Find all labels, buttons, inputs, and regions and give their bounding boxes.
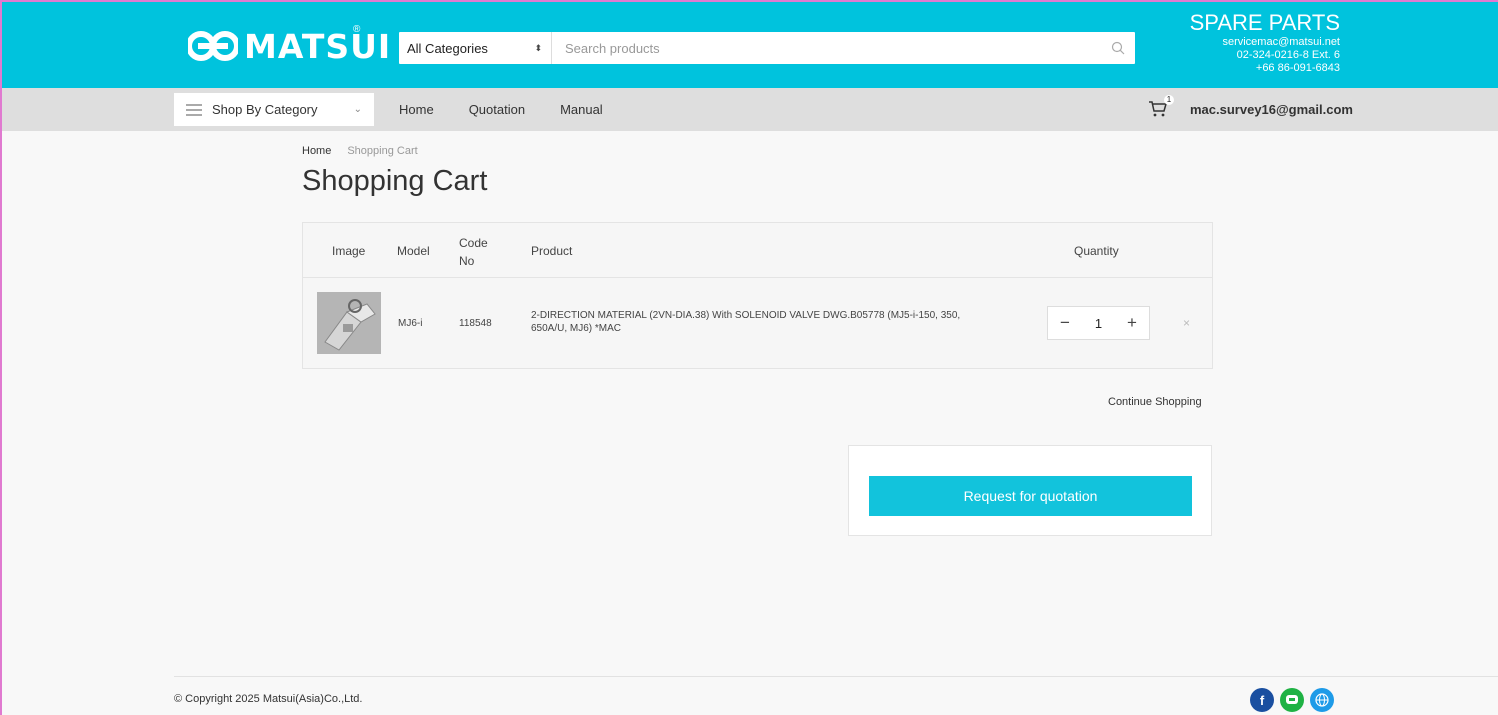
nav-bar: Shop By Category ⌄ Home Quotation Manual…	[2, 88, 1498, 131]
globe-icon[interactable]	[1310, 688, 1334, 712]
product-image[interactable]	[317, 292, 381, 354]
page-title: Shopping Cart	[302, 165, 488, 197]
item-code: 118548	[459, 318, 492, 329]
top-header: MATSUI ® All Categories ⬍ SPARE PARTS se…	[2, 2, 1498, 88]
main-nav: Home Quotation Manual	[399, 88, 638, 131]
search-bar: All Categories ⬍	[399, 32, 1135, 64]
shop-by-category-label: Shop By Category	[212, 102, 318, 117]
quantity-stepper: − 1 +	[1047, 306, 1150, 340]
contact-phone-1: 02-324-0216-8 Ext. 6	[1236, 49, 1340, 61]
breadcrumb-current: Shopping Cart	[347, 145, 418, 157]
spare-parts-contact: SPARE PARTS servicemac@matsui.net 02-324…	[1190, 10, 1340, 75]
breadcrumb-home[interactable]: Home	[302, 145, 331, 157]
header-divider	[303, 277, 1212, 278]
footer-divider	[174, 676, 1498, 677]
chevron-down-icon: ⌄	[353, 104, 362, 115]
shop-by-category-dropdown[interactable]: Shop By Category ⌄	[174, 93, 374, 126]
cart-button[interactable]: 1	[1148, 95, 1174, 120]
remove-item-icon[interactable]: ×	[1183, 316, 1190, 330]
col-code-header-line1: Code	[459, 236, 488, 250]
nav-home[interactable]: Home	[399, 102, 434, 117]
matsui-logo[interactable]: MATSUI ®	[188, 24, 392, 66]
col-quantity-header: Quantity	[1074, 244, 1119, 258]
breadcrumb: Home Shopping Cart	[302, 145, 418, 157]
category-select-value: All Categories	[407, 40, 488, 56]
menu-icon	[186, 104, 202, 115]
spare-parts-title: SPARE PARTS	[1189, 10, 1340, 35]
nav-quotation[interactable]: Quotation	[469, 102, 525, 117]
line-icon[interactable]	[1280, 688, 1304, 712]
social-links: f	[1250, 688, 1334, 712]
col-code-header-line2: No	[459, 254, 475, 268]
facebook-icon[interactable]: f	[1250, 688, 1274, 712]
quantity-value[interactable]: 1	[1095, 316, 1102, 331]
search-icon[interactable]	[1101, 32, 1135, 64]
contact-phone-2: +66 86-091-6843	[1255, 62, 1340, 74]
cart-table: Image Model Code No Product Quantity MJ6…	[302, 222, 1213, 369]
contact-email[interactable]: servicemac@matsui.net	[1190, 36, 1340, 49]
item-product-line1: 2-DIRECTION MATERIAL (2VN-DIA.38) With S…	[531, 310, 961, 321]
quantity-increase-button[interactable]: +	[1125, 313, 1139, 333]
col-code-header: Code No	[459, 234, 488, 270]
col-image-header: Image	[332, 244, 366, 258]
brand-name: MATSUI	[244, 26, 392, 66]
category-select[interactable]: All Categories ⬍	[399, 32, 552, 64]
user-account-email[interactable]: mac.survey16@gmail.com	[1190, 102, 1353, 117]
matsui-logo-mark-icon	[188, 31, 238, 61]
item-model: MJ6-i	[398, 318, 423, 329]
continue-shopping-link[interactable]: Continue Shopping	[1108, 396, 1202, 408]
quotation-panel: Request for quotation	[848, 445, 1212, 536]
copyright-text: © Copyright 2025 Matsui(Asia)Co.,Ltd.	[174, 693, 363, 705]
registered-mark: ®	[353, 24, 361, 35]
request-quotation-button[interactable]: Request for quotation	[869, 476, 1192, 516]
search-input[interactable]	[552, 32, 1101, 64]
item-product-name[interactable]: 2-DIRECTION MATERIAL (2VN-DIA.38) With S…	[531, 309, 961, 335]
cart-count-badge: 1	[1164, 95, 1174, 105]
quantity-decrease-button[interactable]: −	[1058, 313, 1072, 333]
select-arrows-icon: ⬍	[534, 42, 542, 53]
item-product-line2: 650A/U, MJ6) *MAC	[531, 323, 622, 334]
nav-manual[interactable]: Manual	[560, 102, 603, 117]
col-model-header: Model	[397, 244, 430, 258]
col-product-header: Product	[531, 244, 573, 258]
